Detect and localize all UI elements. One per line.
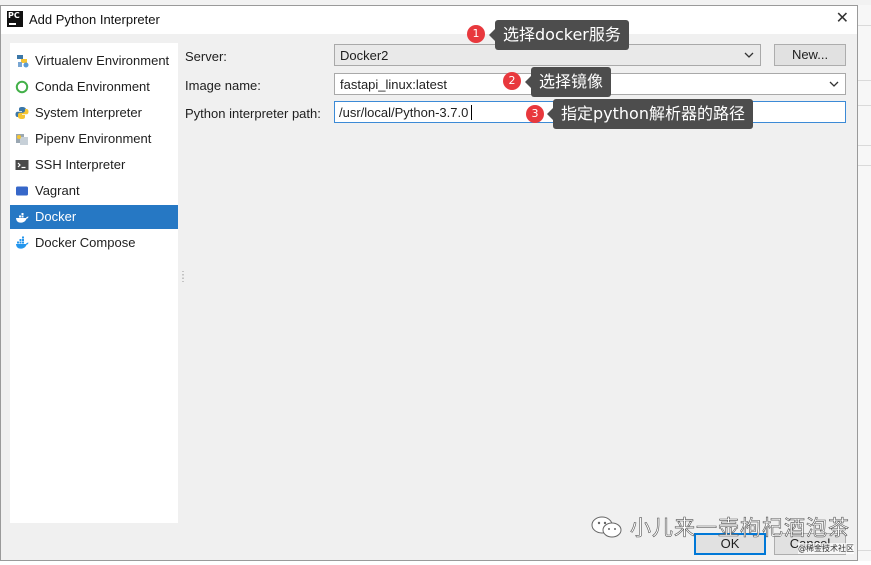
virtualenv-icon: [17, 55, 29, 68]
sidebar-item-virtualenv[interactable]: Virtualenv Environment: [10, 49, 178, 73]
watermark-text: 小儿来一壶枸杞酒泡茶: [630, 516, 850, 541]
text-caret: [471, 105, 472, 120]
image-name-value: fastapi_linux:latest: [340, 77, 447, 92]
new-server-button[interactable]: New...: [774, 44, 846, 66]
add-python-interpreter-dialog: PC Add Python Interpreter ✕ Virtualenv E…: [0, 5, 858, 561]
sidebar-item-label: System Interpreter: [35, 105, 142, 120]
sidebar-item-vagrant[interactable]: Vagrant: [10, 179, 178, 203]
dialog-title: Add Python Interpreter: [29, 12, 160, 27]
annotation-badge-1: 1: [467, 25, 485, 43]
docker-icon: [16, 213, 29, 223]
sidebar-item-label: Virtualenv Environment: [35, 53, 170, 68]
close-icon[interactable]: ✕: [836, 8, 849, 27]
watermark-small-text: @稀金技术社区: [798, 543, 854, 554]
annotation-badge-3: 3: [526, 105, 544, 123]
interpreter-path-label: Python interpreter path:: [185, 106, 321, 121]
annotation-tip-3: 指定python解析器的路径: [547, 99, 753, 129]
annotation-tip-1: 选择docker服务: [489, 20, 629, 50]
sidebar-item-label: Docker Compose: [35, 235, 136, 250]
splitter-handle[interactable]: ⋮ ⋮: [178, 271, 188, 284]
interpreter-path-value: /usr/local/Python-3.7.0: [339, 105, 469, 120]
sidebar-item-docker-compose[interactable]: Docker Compose: [10, 231, 178, 255]
chevron-down-icon: [829, 81, 839, 87]
background-window-edge: [858, 5, 871, 561]
pycharm-app-icon: PC: [7, 11, 23, 27]
wechat-icon: [591, 516, 622, 538]
chevron-down-icon: [744, 52, 754, 58]
sidebar-item-label: Vagrant: [35, 183, 80, 198]
terminal-icon: [15, 160, 29, 170]
sidebar-item-label: Pipenv Environment: [35, 131, 152, 146]
title-bar: PC Add Python Interpreter ✕: [1, 6, 857, 34]
annotation-tip-2: 选择镜像: [524, 67, 612, 97]
server-label: Server:: [185, 49, 227, 64]
sidebar-item-pipenv[interactable]: Pipenv Environment: [10, 127, 178, 151]
pipenv-icon: [16, 134, 28, 145]
conda-icon: [15, 80, 29, 94]
annotation-badge-2: 2: [503, 72, 521, 90]
sidebar-item-label: Conda Environment: [35, 79, 150, 94]
image-name-label: Image name:: [185, 78, 261, 93]
interpreter-type-list: Virtualenv Environment Conda Environment…: [10, 43, 178, 523]
sidebar-item-label: Docker: [35, 209, 77, 224]
sidebar-item-conda[interactable]: Conda Environment: [10, 75, 178, 99]
server-value: Docker2: [340, 48, 389, 63]
sidebar-item-ssh[interactable]: SSH Interpreter: [10, 153, 178, 177]
sidebar-item-label: SSH Interpreter: [35, 157, 126, 172]
sidebar-item-docker[interactable]: Docker: [10, 205, 178, 229]
vagrant-icon: [16, 186, 28, 196]
sidebar-item-system-interpreter[interactable]: System Interpreter: [10, 101, 178, 125]
docker-compose-icon: [16, 236, 29, 249]
python-icon: [15, 107, 29, 119]
